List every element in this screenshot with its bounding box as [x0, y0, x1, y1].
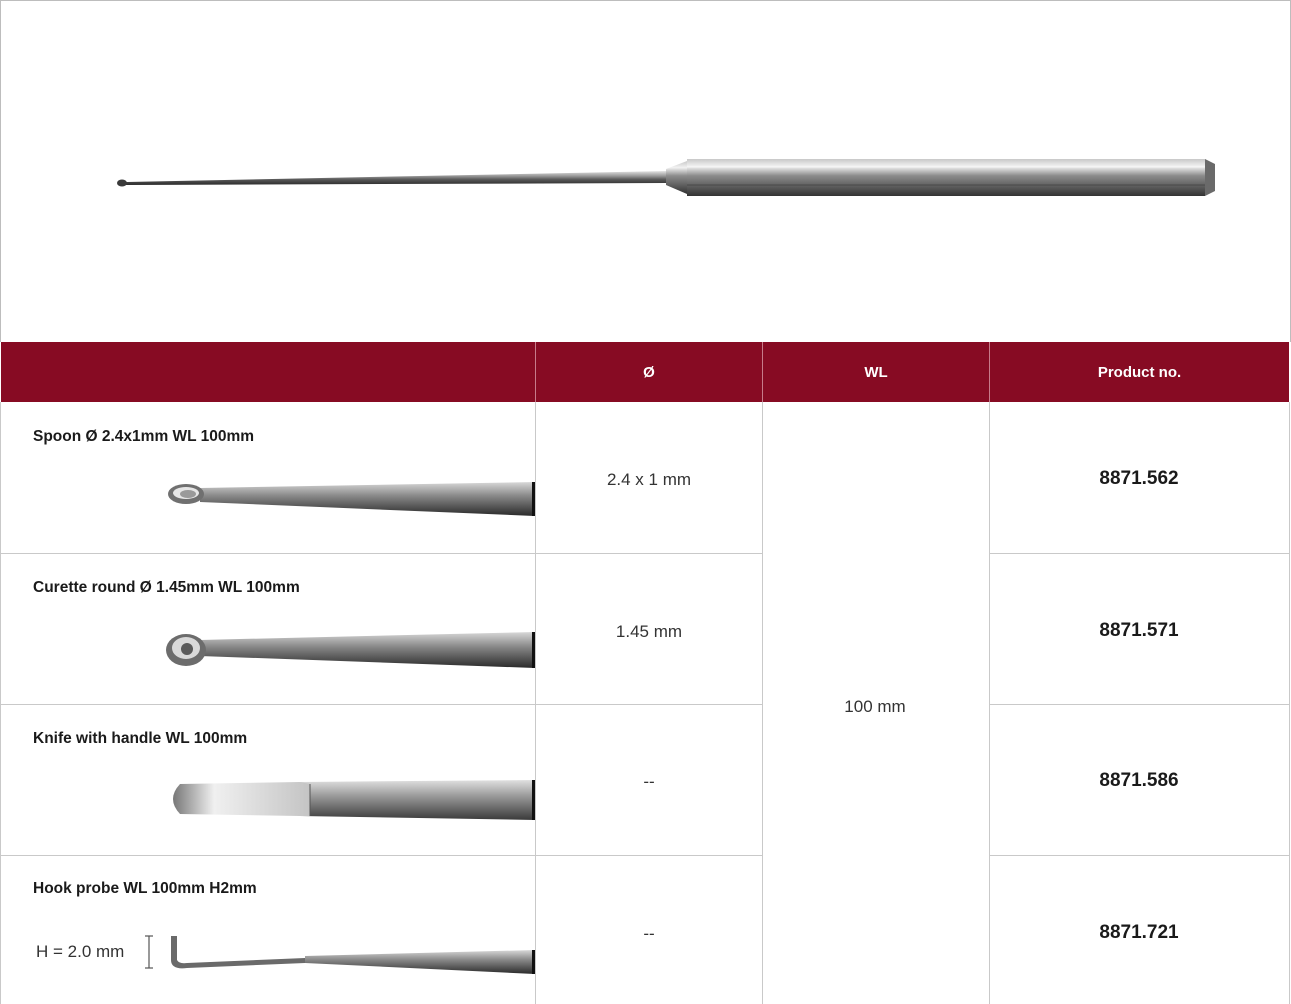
diameter-value: 2.4 x 1 mm [606, 470, 692, 489]
product-number: 8871.571 [1099, 620, 1179, 641]
diameter-value: 1.45 mm [615, 622, 683, 641]
product-sheet: Ø WL Product no. Spoon Ø 2.4x1mm WL 100m… [0, 0, 1291, 1004]
row-title: Knife with handle WL 100mm [33, 730, 248, 747]
header-wl: WL [864, 363, 888, 381]
row-title: Spoon Ø 2.4x1mm WL 100mm [33, 428, 255, 445]
header-product-no: Product no. [1097, 363, 1182, 381]
diameter-value: -- [643, 772, 655, 791]
table-header: Ø WL Product no. [1, 342, 1289, 402]
instrument-hero-image [0, 0, 1291, 342]
product-number: 8871.721 [1099, 922, 1179, 943]
diameter-value: -- [643, 924, 655, 943]
product-number: 8871.586 [1099, 770, 1179, 791]
hook-tip-image [145, 935, 535, 974]
height-label: H = 2.0 mm [36, 942, 125, 961]
row-title: Hook probe WL 100mm H2mm [33, 880, 257, 897]
instrument-illustration [117, 159, 1215, 196]
knife-tip-image [173, 780, 535, 820]
header-diameter: Ø [643, 363, 655, 381]
header-name [1, 342, 535, 402]
row-title: Curette round Ø 1.45mm WL 100mm [33, 579, 300, 596]
curette-tip-image [166, 632, 535, 668]
spoon-tip-image [168, 482, 535, 516]
wl-value: 100 mm [844, 697, 906, 716]
product-number: 8871.562 [1099, 468, 1179, 489]
